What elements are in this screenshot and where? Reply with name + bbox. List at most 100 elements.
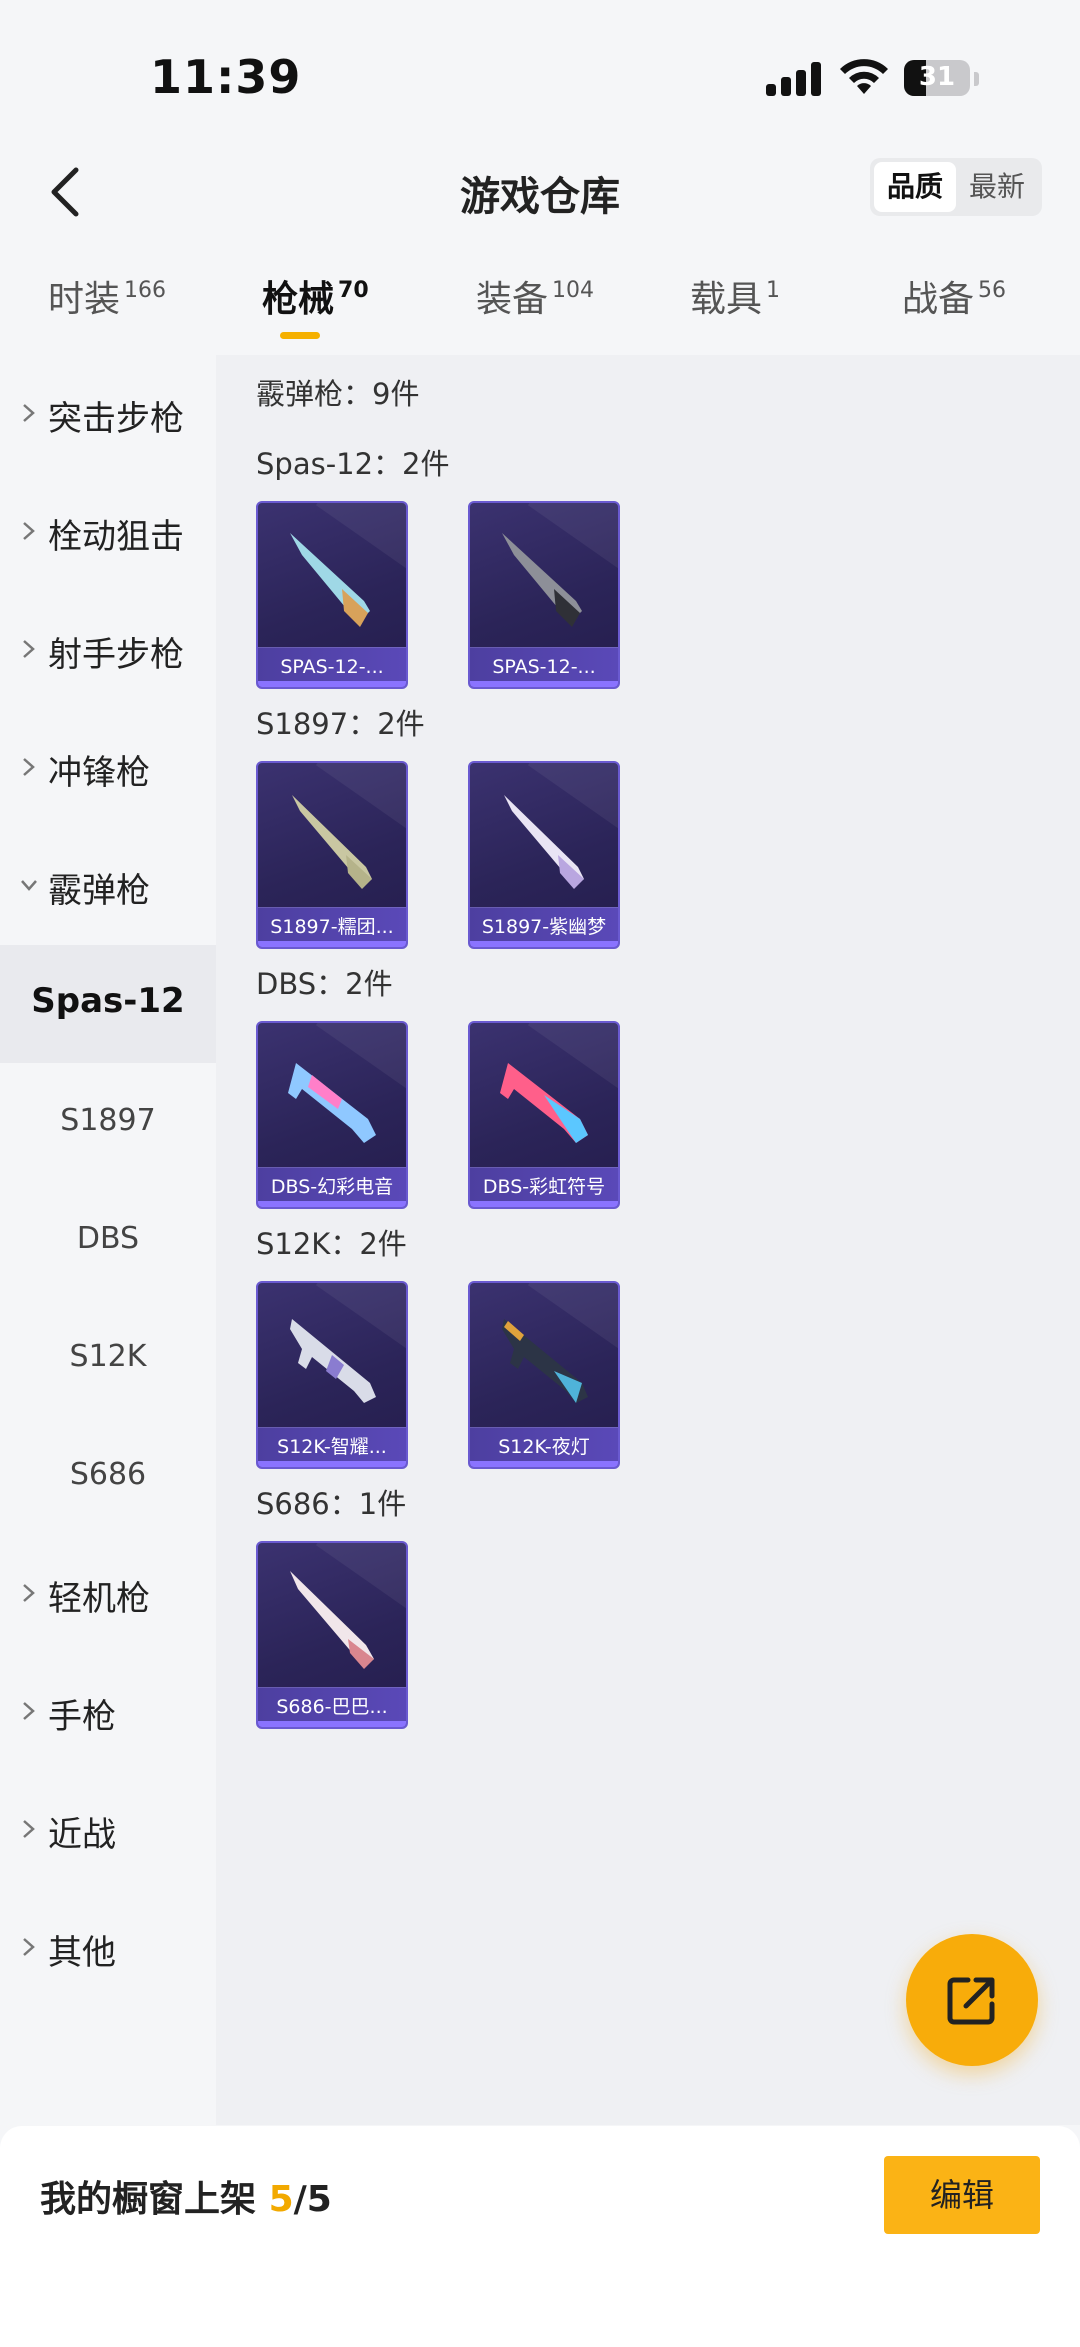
item-card[interactable]: SPAS-12-...	[468, 501, 620, 689]
active-tab-indicator	[280, 332, 320, 339]
rarity-bar	[470, 941, 618, 947]
chevron-right-icon	[23, 1938, 35, 1956]
sidebar-item-label: 近战	[48, 1815, 116, 1855]
showcase-label: 我的橱窗上架	[40, 2179, 257, 2220]
status-time: 11:39	[150, 50, 302, 104]
tab-label: 载具	[690, 279, 763, 320]
group-title: DBS：2件	[256, 967, 393, 1001]
status-bar: 11:39 31	[0, 0, 1080, 150]
sidebar: 突击步枪 栓动狙击 射手步枪 冲锋枪 霰弹枪 Spas-12 S1897 DBS…	[0, 355, 216, 2125]
shotgun-skin-icon	[288, 1063, 376, 1143]
sidebar-item-label: 其他	[48, 1933, 116, 1973]
chevron-right-icon	[23, 758, 35, 776]
tab-count: 166	[124, 278, 167, 303]
sidebar-item-label: 手枪	[48, 1697, 116, 1737]
shotgun-skin-icon	[290, 1319, 376, 1403]
sidebar-item-other[interactable]: 其他	[0, 1889, 216, 2007]
sidebar-subitem-label: DBS	[76, 1221, 140, 1256]
item-card[interactable]: SPAS-12-...	[256, 501, 408, 689]
showcase-status: 我的橱窗上架 5/5	[40, 2170, 332, 2222]
sidebar-item-pistol[interactable]: 手枪	[0, 1653, 216, 1771]
chevron-right-icon	[23, 1820, 35, 1838]
showcase-total: /5	[293, 2179, 332, 2220]
chevron-down-icon	[21, 880, 37, 891]
battery-level: 31	[918, 62, 956, 92]
tab-fashion[interactable]: 时装 166	[48, 270, 166, 322]
chevron-right-icon	[23, 1584, 35, 1602]
group-title: Spas-12：2件	[256, 447, 450, 481]
chevron-right-icon	[23, 404, 35, 422]
tab-vehicles[interactable]: 载具 1	[690, 270, 780, 322]
sidebar-subitem-label: S1897	[60, 1103, 156, 1138]
rarity-bar	[258, 1201, 406, 1207]
tab-count: 56	[978, 278, 1007, 303]
sidebar-item-smg[interactable]: 冲锋枪	[0, 709, 216, 827]
tab-combat-gear[interactable]: 战备 56	[902, 270, 1006, 322]
item-card[interactable]: DBS-彩虹符号	[468, 1021, 620, 1209]
tab-firearms[interactable]: 枪械 70	[262, 270, 369, 322]
shotgun-skin-icon	[500, 1063, 588, 1143]
item-card[interactable]: S12K-夜灯	[468, 1281, 620, 1469]
chevron-right-icon	[23, 640, 35, 658]
tab-label: 战备	[902, 279, 975, 320]
item-grid-panel: 霰弹枪：9件 Spas-12：2件 SPAS-12-... SPAS-12-..…	[216, 355, 1080, 2125]
sidebar-item-label: 冲锋枪	[48, 753, 150, 793]
rarity-bar	[258, 1721, 406, 1727]
shotgun-skin-icon	[290, 1571, 374, 1669]
sidebar-item-label: 轻机枪	[48, 1579, 150, 1619]
rarity-bar	[470, 1461, 618, 1467]
item-card[interactable]: DBS-幻彩电音	[256, 1021, 408, 1209]
sidebar-subitem-label: S686	[69, 1457, 147, 1492]
wifi-icon	[840, 59, 888, 94]
section-title: 霰弹枪：9件	[256, 377, 420, 411]
sidebar-subitem-s1897[interactable]: S1897	[0, 1063, 216, 1181]
tab-count: 70	[338, 278, 369, 303]
sidebar-item-bolt-sniper[interactable]: 栓动狙击	[0, 473, 216, 591]
battery-icon: 31	[904, 60, 970, 96]
sidebar-item-shotgun[interactable]: 霰弹枪	[0, 827, 216, 945]
group-title: S12K：2件	[256, 1227, 407, 1261]
sidebar-item-assault-rifle[interactable]: 突击步枪	[0, 355, 216, 473]
sidebar-subitem-label: Spas-12	[31, 981, 185, 1021]
bottom-bar: 我的橱窗上架 5/5 编辑	[0, 2126, 1080, 2347]
sidebar-item-label: 射手步枪	[48, 635, 184, 675]
share-button[interactable]	[906, 1934, 1038, 2066]
edit-button[interactable]: 编辑	[884, 2156, 1040, 2234]
sidebar-item-lmg[interactable]: 轻机枪	[0, 1535, 216, 1653]
sort-toggle: 品质 最新	[870, 158, 1042, 216]
item-card[interactable]: S1897-糯团...	[256, 761, 408, 949]
rarity-bar	[258, 1461, 406, 1467]
sidebar-item-melee[interactable]: 近战	[0, 1771, 216, 1889]
category-tabs: 时装 166 枪械 70 装备 104 载具 1 战备 56	[0, 270, 1080, 350]
sort-by-quality[interactable]: 品质	[874, 162, 956, 212]
sidebar-item-label: 霰弹枪	[48, 871, 150, 911]
shotgun-skin-icon	[504, 795, 584, 889]
tab-equipment[interactable]: 装备 104	[476, 270, 594, 322]
rarity-bar	[258, 681, 406, 687]
item-card[interactable]: S1897-紫幽梦	[468, 761, 620, 949]
rarity-bar	[470, 681, 618, 687]
sort-by-newest[interactable]: 最新	[956, 162, 1038, 212]
group-title: S1897：2件	[256, 707, 425, 741]
battery-cap	[974, 72, 979, 86]
sidebar-subitem-s12k[interactable]: S12K	[0, 1299, 216, 1417]
tab-label: 枪械	[262, 279, 335, 320]
chevron-right-icon	[23, 1702, 35, 1720]
shotgun-skin-icon	[290, 533, 370, 627]
tab-count: 104	[552, 278, 595, 303]
shotgun-skin-icon	[502, 1319, 588, 1403]
rarity-bar	[470, 1201, 618, 1207]
cellular-signal-icon	[766, 62, 822, 96]
share-external-icon	[947, 1977, 995, 2025]
chevron-right-icon	[23, 522, 35, 540]
sidebar-item-label: 栓动狙击	[48, 517, 184, 557]
shotgun-skin-icon	[292, 795, 372, 889]
item-card[interactable]: S686-巴巴...	[256, 1541, 408, 1729]
sidebar-subitem-dbs[interactable]: DBS	[0, 1181, 216, 1299]
sidebar-subitem-s686[interactable]: S686	[0, 1417, 216, 1535]
sidebar-subitem-spas12[interactable]: Spas-12	[0, 945, 216, 1063]
group-title: S686：1件	[256, 1487, 407, 1521]
sidebar-item-marksman-rifle[interactable]: 射手步枪	[0, 591, 216, 709]
tab-label: 时装	[48, 279, 121, 320]
item-card[interactable]: S12K-智耀...	[256, 1281, 408, 1469]
